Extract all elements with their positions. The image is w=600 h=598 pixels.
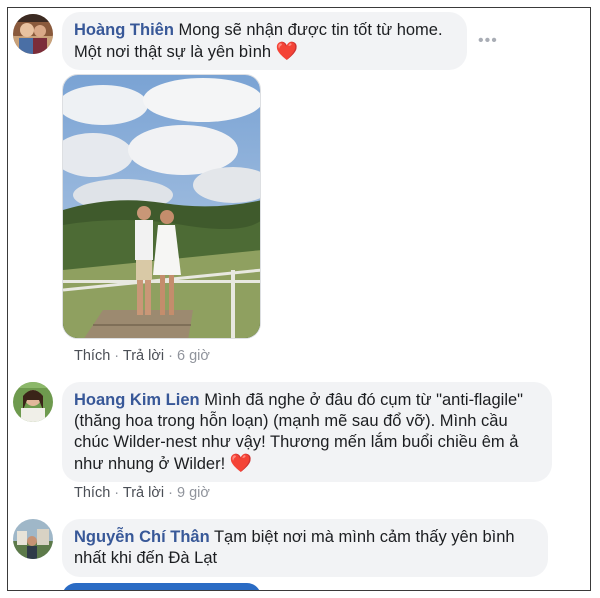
timestamp[interactable]: 9 giờ: [177, 485, 210, 501]
comment-bubble: Nguyễn Chí Thân Tạm biệt nơi mà mình cảm…: [62, 519, 548, 577]
comment-author[interactable]: Hoàng Thiên: [74, 21, 174, 39]
comment-text: như nhung ở Wilder!: [74, 455, 226, 473]
reply-link[interactable]: Trả lời: [123, 348, 164, 364]
comment-text: Mình đã nghe ở đâu đó cụm từ "anti-flagi…: [204, 391, 524, 409]
comment-bubble: Hoàng Thiên Mong sẽ nhận được tin tốt từ…: [62, 12, 467, 70]
more-options-icon[interactable]: •••: [478, 32, 498, 50]
comment-text: (thăng hoa trong hỗn loạn) (mạnh mẽ sau …: [74, 412, 508, 430]
comment-actions: Thích · Trả lời · 9 giờ: [74, 485, 210, 501]
like-link[interactable]: Thích: [74, 348, 110, 364]
comment-actions: Thích · Trả lời · 6 giờ: [74, 348, 210, 364]
avatar[interactable]: [13, 14, 53, 54]
like-link[interactable]: Thích: [74, 485, 110, 501]
comment-text: nhất khi đến Đà Lạt: [74, 549, 218, 567]
comment-text: Tạm biệt nơi mà mình cảm thấy yên bình: [213, 528, 515, 546]
comment-photo[interactable]: [62, 74, 261, 339]
comment-bubble: Hoang Kim Lien Mình đã nghe ở đâu đó cụm…: [62, 382, 552, 482]
reply-link[interactable]: Trả lời: [123, 485, 164, 501]
avatar[interactable]: [13, 382, 53, 422]
heart-emoji: ❤️: [229, 453, 253, 473]
comment-photo-partial[interactable]: [62, 583, 261, 590]
comment-author[interactable]: Nguyễn Chí Thân: [74, 528, 210, 546]
comment-author[interactable]: Hoang Kim Lien: [74, 391, 200, 409]
comment-text: Mong sẽ nhận được tin tốt từ home.: [178, 21, 443, 39]
avatar[interactable]: [13, 519, 53, 559]
heart-emoji: ❤️: [275, 41, 299, 61]
comments-panel: Hoàng Thiên Mong sẽ nhận được tin tốt từ…: [7, 7, 591, 591]
timestamp[interactable]: 6 giờ: [177, 348, 210, 364]
comment-text: chúc Wilder-nest như vậy! Thương mến lắm…: [74, 433, 519, 451]
comment-text: Một nơi thật sự là yên bình: [74, 43, 272, 61]
